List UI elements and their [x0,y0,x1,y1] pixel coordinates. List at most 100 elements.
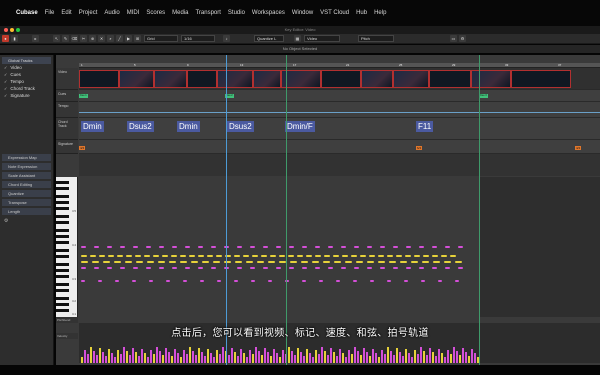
velocity-bar[interactable] [378,357,380,363]
midi-note[interactable] [319,280,323,282]
grid-type-select[interactable]: Grid [144,35,178,42]
black-key[interactable] [56,275,69,278]
midi-note[interactable] [389,261,396,263]
velocity-bar[interactable] [318,354,320,363]
object-selection-tool-icon[interactable]: ↖ [53,35,60,42]
velocity-bar[interactable] [288,347,290,363]
midi-note[interactable] [356,261,363,263]
velocity-bar[interactable] [474,353,476,363]
midi-note[interactable] [387,280,391,282]
velocity-bar[interactable] [105,356,107,363]
velocity-bar[interactable] [381,350,383,363]
velocity-bar[interactable] [348,350,350,363]
velocity-bar[interactable] [282,350,284,363]
midi-note[interactable] [288,255,294,257]
midi-note[interactable] [444,261,451,263]
midi-note[interactable] [135,255,141,257]
video-thumbnail[interactable] [154,70,187,88]
midi-note[interactable] [441,255,447,257]
check-icon[interactable]: ✓ [4,92,7,99]
glue-tool-icon[interactable]: ⊕ [89,35,96,42]
velocity-bar[interactable] [84,350,86,363]
midi-note[interactable] [81,280,85,282]
midi-note[interactable] [268,261,275,263]
midi-note[interactable] [136,261,143,263]
black-key[interactable] [56,201,69,204]
velocity-bar[interactable] [405,349,407,363]
midi-note[interactable] [172,246,177,248]
midi-note[interactable] [341,267,346,269]
velocity-bar[interactable] [126,351,128,363]
midi-note[interactable] [169,261,176,263]
midi-note[interactable] [324,255,330,257]
midi-note[interactable] [367,246,372,248]
midi-note[interactable] [213,261,220,263]
split-tool-icon[interactable]: ✂ [80,35,87,42]
midi-note[interactable] [263,246,268,248]
midi-note[interactable] [235,261,242,263]
velocity-bar[interactable] [243,353,245,363]
midi-note[interactable] [261,255,267,257]
velocity-bar[interactable] [150,350,152,363]
midi-note[interactable] [211,246,216,248]
velocity-bar[interactable] [384,354,386,363]
video-thumbnail[interactable] [79,70,119,88]
midi-note[interactable] [114,261,121,263]
velocity-bar[interactable] [276,353,278,363]
check-icon[interactable]: ✓ [4,71,7,78]
tempo-track-header[interactable]: Tempo [56,102,78,118]
midi-note[interactable] [98,280,102,282]
midi-note[interactable] [103,261,110,263]
velocity-bar[interactable] [228,355,230,363]
auto-scroll-button[interactable]: ▸ [32,35,39,42]
midi-note[interactable] [191,261,198,263]
video-thumbnail[interactable] [217,70,253,88]
video-thumbnail[interactable] [429,70,471,88]
midi-note[interactable] [198,267,203,269]
quantize-section[interactable]: Quantize [2,190,51,197]
velocity-bar[interactable] [324,351,326,363]
velocity-bar[interactable] [432,352,434,363]
velocity-bar[interactable] [129,355,131,363]
velocity-bar[interactable] [138,356,140,363]
midi-note[interactable] [380,246,385,248]
midi-note[interactable] [315,267,320,269]
velocity-bar[interactable] [165,348,167,363]
apple-icon[interactable] [4,9,11,17]
velocity-bar[interactable] [459,355,461,363]
midi-note[interactable] [159,267,164,269]
velocity-bar[interactable] [336,356,338,363]
draw-tool-icon[interactable]: ✎ [62,35,69,42]
midi-note[interactable] [158,261,165,263]
midi-note[interactable] [419,267,424,269]
midi-note[interactable] [92,261,99,263]
midi-note[interactable] [149,280,153,282]
velocity-bar[interactable] [171,356,173,363]
left-zone-toggle-button[interactable]: ▮ [11,35,18,42]
chord-event[interactable]: F11 [416,121,434,132]
global-tracks-header[interactable]: Global Tracks [2,57,51,64]
black-key[interactable] [56,241,69,244]
velocity-bar[interactable] [450,354,452,363]
midi-note[interactable] [185,267,190,269]
velocity-bar[interactable] [333,352,335,363]
velocity-bar[interactable] [204,356,206,363]
expression-map-section[interactable]: Expression Map [2,154,51,161]
menu-hub[interactable]: Hub [356,10,367,16]
midi-note[interactable] [400,261,407,263]
midi-note[interactable] [185,246,190,248]
menu-scores[interactable]: Scores [146,10,165,16]
velocity-bar[interactable] [222,347,224,363]
midi-note[interactable] [406,246,411,248]
midi-note[interactable] [302,246,307,248]
velocity-bar[interactable] [183,350,185,363]
midi-note[interactable] [289,267,294,269]
midi-note[interactable] [120,246,125,248]
midi-note[interactable] [94,267,99,269]
black-key[interactable] [56,229,69,232]
midi-note[interactable] [455,280,459,282]
signature-track-header[interactable]: Signature [56,140,78,154]
velocity-bar[interactable] [135,352,137,363]
midi-note[interactable] [432,267,437,269]
midi-note[interactable] [276,267,281,269]
